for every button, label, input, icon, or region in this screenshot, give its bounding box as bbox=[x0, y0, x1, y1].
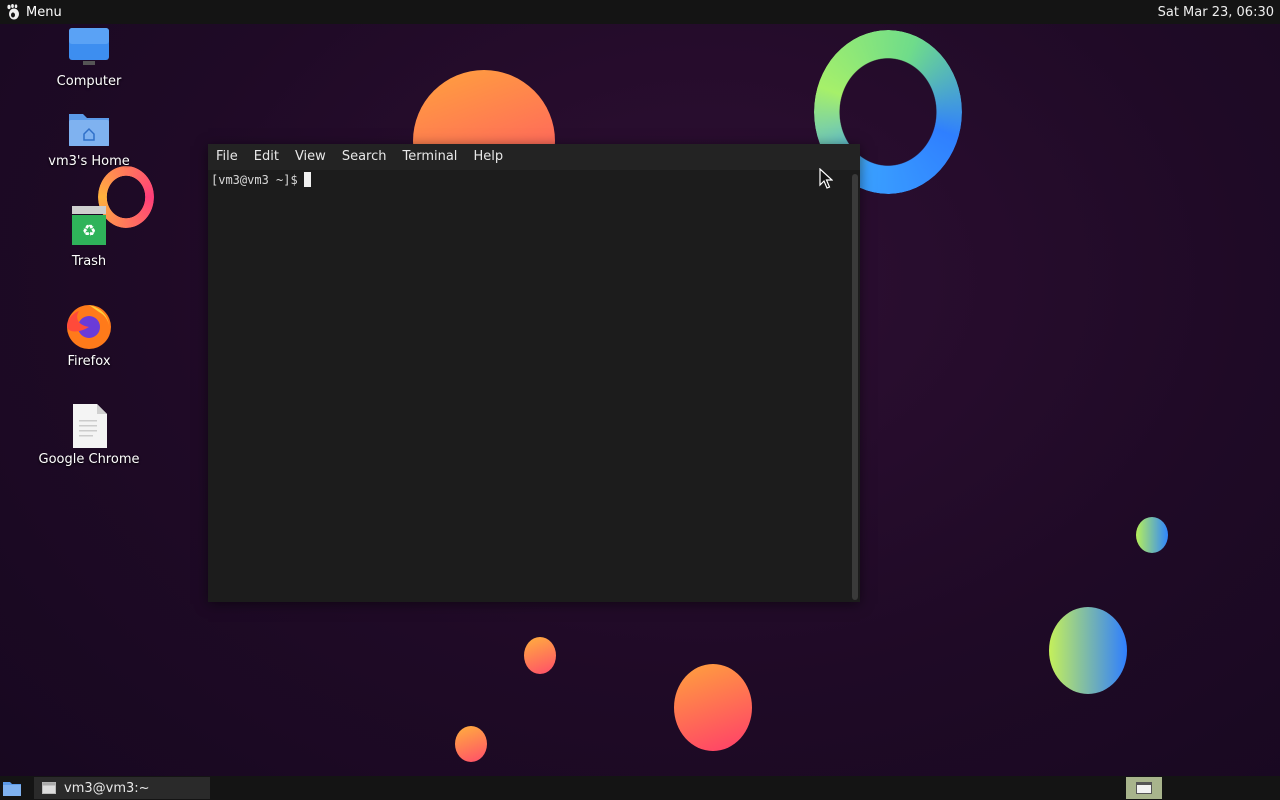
trash-icon: ♻ bbox=[72, 206, 106, 245]
desktop-icon-label: Trash bbox=[71, 254, 107, 269]
file-icon bbox=[73, 404, 107, 448]
firefox-icon bbox=[67, 305, 111, 349]
menu-button[interactable]: Menu bbox=[0, 0, 68, 24]
workspace-switcher[interactable] bbox=[1126, 777, 1162, 799]
menu-search[interactable]: Search bbox=[334, 144, 395, 170]
menu-help[interactable]: Help bbox=[465, 144, 511, 170]
terminal-prompt: [vm3@vm3 ~]$ bbox=[211, 173, 298, 187]
menu-file[interactable]: File bbox=[208, 144, 246, 170]
desktop-icon-label: Google Chrome bbox=[38, 452, 140, 467]
terminal-scrollbar[interactable] bbox=[852, 174, 858, 600]
bottom-panel: vm3@vm3:~ bbox=[0, 776, 1280, 800]
wallpaper-orange-ball-2 bbox=[674, 664, 752, 751]
menu-label: Menu bbox=[26, 4, 62, 20]
wallpaper-blue-green-ball-large bbox=[1049, 607, 1127, 694]
desktop-icon-home[interactable]: vm3's Home bbox=[30, 106, 148, 169]
menu-view[interactable]: View bbox=[287, 144, 334, 170]
text-cursor bbox=[303, 172, 311, 187]
svg-text:♻: ♻ bbox=[82, 221, 96, 240]
wallpaper-orange-ball-1 bbox=[524, 637, 556, 674]
terminal-output[interactable]: [vm3@vm3 ~]$ bbox=[208, 170, 850, 602]
menu-terminal[interactable]: Terminal bbox=[394, 144, 465, 170]
workspace-window-icon bbox=[1136, 782, 1152, 794]
show-desktop-button[interactable] bbox=[0, 776, 24, 800]
desktop-icon-trash[interactable]: ♻ Trash bbox=[30, 206, 148, 269]
desktop-icon-computer[interactable]: Computer bbox=[30, 26, 148, 89]
wallpaper-blue-green-ball-small bbox=[1136, 517, 1168, 553]
desktop-icon-google-chrome[interactable]: Google Chrome bbox=[30, 404, 148, 467]
top-panel: Menu Sat Mar 23, 06:30 bbox=[0, 0, 1280, 24]
taskbar-item-terminal[interactable]: vm3@vm3:~ bbox=[34, 777, 210, 799]
menu-edit[interactable]: Edit bbox=[246, 144, 287, 170]
terminal-menubar: File Edit View Search Terminal Help bbox=[208, 144, 860, 170]
taskbar-item-label: vm3@vm3:~ bbox=[64, 780, 150, 796]
mouse-pointer-icon bbox=[819, 168, 833, 189]
show-desktop-icon bbox=[3, 782, 21, 796]
desktop-icon-label: vm3's Home bbox=[48, 154, 130, 169]
desktop-icon-label: Computer bbox=[56, 74, 122, 89]
computer-icon bbox=[69, 28, 109, 65]
clock[interactable]: Sat Mar 23, 06:30 bbox=[1158, 5, 1280, 20]
wallpaper-orange-ball-3 bbox=[455, 726, 487, 762]
desktop-icon-firefox[interactable]: Firefox bbox=[30, 302, 148, 369]
desktop-icon-label: Firefox bbox=[67, 354, 111, 369]
terminal-window-icon bbox=[42, 782, 56, 794]
gnome-foot-icon bbox=[7, 4, 19, 20]
terminal-window[interactable]: File Edit View Search Terminal Help [vm3… bbox=[208, 144, 860, 602]
home-folder-icon bbox=[69, 114, 109, 146]
